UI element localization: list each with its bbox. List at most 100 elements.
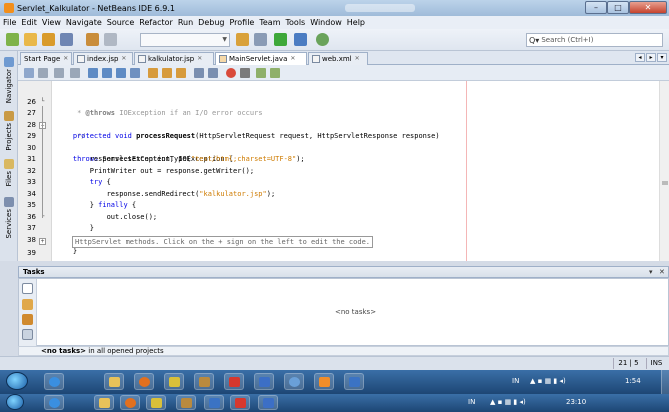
services-panel-button[interactable]: Services — [1, 197, 17, 239]
prev-bookmark-icon[interactable] — [148, 68, 158, 78]
start-button[interactable] — [6, 394, 24, 410]
main-project-icon[interactable] — [22, 299, 33, 310]
virtualbox-taskbar-icon[interactable] — [344, 373, 364, 390]
clock[interactable]: 1:54 — [625, 377, 641, 385]
clock[interactable]: 23:10 — [566, 398, 586, 406]
new-project-icon[interactable] — [6, 33, 19, 46]
tab-kalkulator-jsp[interactable]: kalkulator.jsp ✕ — [134, 52, 214, 65]
toggle-bookmark-icon[interactable] — [176, 68, 186, 78]
clean-build-icon[interactable] — [236, 33, 249, 46]
acrobat-taskbar-icon[interactable] — [230, 395, 250, 410]
virtualbox-taskbar-icon[interactable] — [204, 395, 224, 410]
netbeans-taskbar-icon[interactable] — [314, 373, 334, 390]
build-icon[interactable] — [254, 33, 267, 46]
code-editor[interactable]: 26 * @throws IOException if an I/O error… — [18, 81, 669, 261]
menu-refactor[interactable]: Refactor — [139, 18, 173, 27]
comment-icon[interactable] — [256, 68, 266, 78]
configuration-combo[interactable]: ▼ — [140, 33, 230, 47]
firefox-taskbar-icon[interactable] — [120, 395, 140, 410]
tab-list-icon[interactable]: ▾ — [657, 53, 667, 62]
back-icon[interactable] — [54, 68, 64, 78]
scroll-left-icon[interactable]: ◂ — [635, 53, 645, 62]
panel-menu-icon[interactable]: ▾ — [649, 268, 653, 276]
find-icon[interactable] — [88, 68, 98, 78]
run-icon[interactable] — [274, 33, 287, 46]
explorer-taskbar-icon[interactable] — [94, 395, 114, 410]
menu-navigate[interactable]: Navigate — [66, 18, 102, 27]
menu-help[interactable]: Help — [347, 18, 365, 27]
language-indicator[interactable]: IN — [468, 398, 475, 406]
find-next-icon[interactable] — [116, 68, 126, 78]
profile-icon[interactable] — [316, 33, 329, 46]
app-taskbar-icon[interactable] — [164, 373, 184, 390]
media-taskbar-icon[interactable] — [284, 373, 304, 390]
tab-mainservlet-java[interactable]: MainServlet.java ✕ — [215, 52, 307, 65]
shift-right-icon[interactable] — [208, 68, 218, 78]
filter-icon[interactable] — [22, 329, 33, 340]
ie-taskbar-icon[interactable] — [44, 395, 64, 410]
editor-scrollbar[interactable] — [659, 81, 669, 261]
minimize-button[interactable]: – — [585, 1, 607, 14]
menu-view[interactable]: View — [42, 18, 61, 27]
winrar-taskbar-icon[interactable] — [176, 395, 196, 410]
history-icon[interactable] — [38, 68, 48, 78]
undo-icon[interactable] — [86, 33, 99, 46]
close-icon[interactable]: ✕ — [355, 53, 360, 65]
ie-taskbar-icon[interactable] — [44, 373, 64, 390]
menu-source[interactable]: Source — [107, 18, 134, 27]
acrobat-taskbar-icon[interactable] — [224, 373, 244, 390]
system-tray-icons[interactable]: ▲ ▪ ▦ ▮ ◂) — [490, 398, 526, 406]
projects-panel-button[interactable]: Projects — [1, 111, 17, 151]
find-previous-icon[interactable] — [102, 68, 112, 78]
debug-icon[interactable] — [294, 33, 307, 46]
fold-expand-icon[interactable]: + — [39, 238, 46, 245]
tab-index-jsp[interactable]: index.jsp ✕ — [73, 52, 133, 65]
scroll-thumb[interactable] — [662, 181, 668, 185]
start-button[interactable] — [6, 372, 28, 390]
app-taskbar-icon[interactable] — [146, 395, 166, 410]
uncomment-icon[interactable] — [270, 68, 280, 78]
menu-run[interactable]: Run — [178, 18, 193, 27]
word-taskbar-icon[interactable] — [254, 373, 274, 390]
close-icon[interactable]: ✕ — [197, 53, 202, 65]
firefox-taskbar-icon[interactable] — [134, 373, 154, 390]
stop-macro-icon[interactable] — [240, 68, 250, 78]
explorer-taskbar-icon[interactable] — [104, 373, 124, 390]
save-all-icon[interactable] — [60, 33, 73, 46]
all-projects-icon[interactable] — [22, 314, 33, 325]
current-file-icon[interactable] — [22, 283, 33, 294]
next-bookmark-icon[interactable] — [162, 68, 172, 78]
maximize-button[interactable]: □ — [607, 1, 629, 14]
open-project-icon[interactable] — [42, 33, 55, 46]
shift-left-icon[interactable] — [194, 68, 204, 78]
close-button[interactable]: ✕ — [629, 1, 667, 14]
menu-window[interactable]: Window — [310, 18, 342, 27]
winrar-taskbar-icon[interactable] — [194, 373, 214, 390]
forward-icon[interactable] — [70, 68, 80, 78]
navigator-panel-button[interactable]: Navigator — [1, 57, 17, 103]
toggle-highlight-icon[interactable] — [130, 68, 140, 78]
close-icon[interactable]: ✕ — [290, 53, 295, 65]
show-desktop-button[interactable] — [661, 370, 669, 394]
redo-icon[interactable] — [104, 33, 117, 46]
source-view-icon[interactable] — [24, 68, 34, 78]
search-input[interactable]: Q▾ Search (Ctrl+I) — [526, 33, 663, 47]
menu-team[interactable]: Team — [259, 18, 280, 27]
close-icon[interactable]: ✕ — [63, 53, 68, 65]
close-icon[interactable]: ✕ — [659, 268, 665, 276]
close-icon[interactable]: ✕ — [121, 53, 126, 65]
menu-profile[interactable]: Profile — [229, 18, 254, 27]
language-indicator[interactable]: IN — [512, 377, 519, 385]
menu-debug[interactable]: Debug — [198, 18, 224, 27]
start-macro-icon[interactable] — [226, 68, 236, 78]
menu-file[interactable]: File — [3, 18, 16, 27]
collapsed-code-hint[interactable]: HttpServlet methods. Click on the + sign… — [72, 236, 374, 248]
tab-start-page[interactable]: Start Page ✕ — [20, 52, 72, 65]
system-tray-icons[interactable]: ▲ ▪ ▦ ▮ ◂) — [530, 377, 566, 385]
menu-edit[interactable]: Edit — [21, 18, 37, 27]
word-taskbar-icon[interactable] — [258, 395, 278, 410]
tab-web-xml[interactable]: web.xml ✕ — [308, 52, 368, 65]
files-panel-button[interactable]: Files — [1, 159, 17, 186]
new-file-icon[interactable] — [24, 33, 37, 46]
menu-tools[interactable]: Tools — [286, 18, 306, 27]
